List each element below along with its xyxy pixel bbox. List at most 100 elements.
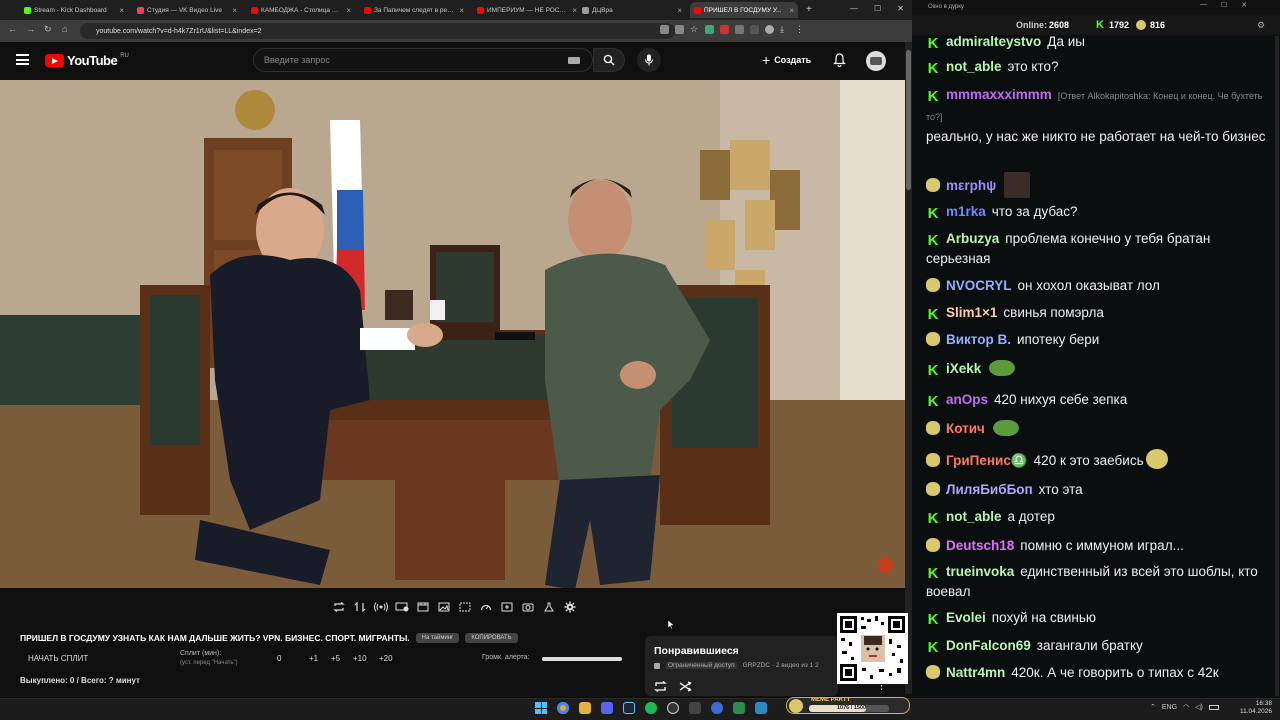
browser-tab[interactable]: Stream - Kick Dashboard × (20, 2, 128, 18)
app-icon-8[interactable] (711, 702, 723, 714)
forward-icon[interactable]: → (26, 24, 35, 34)
video-player[interactable] (0, 80, 905, 588)
extension-icon-2[interactable] (720, 25, 729, 34)
broadcast-icon[interactable] (373, 601, 388, 613)
chat-username[interactable]: Nattr4mn (946, 665, 1005, 680)
split-add-10-button[interactable]: +10 (353, 654, 367, 663)
search-input[interactable]: Введите запрос (253, 48, 593, 72)
page-scrollbar-thumb[interactable] (906, 50, 911, 190)
alert-volume-slider[interactable] (542, 657, 622, 661)
chat-username[interactable]: Deutsch18 (946, 538, 1014, 553)
obs-icon[interactable] (667, 702, 679, 714)
avatar[interactable] (866, 51, 886, 71)
chat-username[interactable]: anOps (946, 392, 988, 407)
wifi-icon[interactable]: ◠ (1183, 703, 1189, 711)
playlist-panel[interactable]: Понравившиеся Ограниченный доступ GRPZDC… (645, 636, 887, 697)
chat-username[interactable]: not_able (946, 509, 1002, 524)
voice-search-button[interactable] (637, 48, 661, 72)
chat-username[interactable]: mεrphψ (946, 178, 996, 193)
chat-username[interactable]: admiralteystvo (946, 34, 1041, 49)
chat-settings-icon[interactable]: ⚙ (1257, 20, 1265, 31)
chat-username[interactable]: not_able (946, 59, 1002, 74)
chat-username[interactable]: ГриПенис♎ (946, 453, 1028, 468)
window-controls[interactable]: — ☐ ✕ (850, 4, 904, 13)
split-value[interactable]: 0 (277, 654, 281, 663)
new-tab-button[interactable]: + (806, 4, 812, 15)
browser-tab[interactable]: КАМБОДЖА - Столица Ми... × (247, 2, 355, 18)
split-add-20-button[interactable]: +20 (379, 654, 393, 663)
start-split-button[interactable]: НАЧАТЬ СПЛИТ (28, 654, 88, 663)
chat-username[interactable]: Evolei (946, 610, 986, 625)
system-tray[interactable]: ⌃ ENG ◠ ◁) (1150, 703, 1219, 711)
app-icon-9[interactable] (733, 702, 745, 714)
chrome-icon[interactable] (557, 702, 569, 714)
tab-close-icon[interactable]: × (232, 6, 237, 15)
tab-close-icon[interactable]: × (346, 6, 351, 15)
url-field[interactable]: youtube.com/watch?v=d-h4k7Zr1rU&list=LL&… (80, 23, 675, 39)
meme-party-widget[interactable]: MEME PARTY 1076 / 1500 (786, 697, 910, 714)
discord-icon[interactable] (601, 702, 613, 714)
tab-close-icon[interactable]: × (789, 6, 794, 15)
close-icon[interactable]: ✕ (897, 4, 904, 13)
extension-icon-4[interactable] (750, 25, 759, 34)
chat-window-controls[interactable]: — ☐ ✕ (1200, 1, 1247, 9)
app-icon-10[interactable] (755, 702, 767, 714)
flask-icon[interactable] (542, 601, 556, 613)
browser-tab[interactable]: Студия — VK Видео Live × (133, 2, 241, 18)
chat-username[interactable]: iXekk (946, 361, 981, 376)
app-icon-7[interactable] (689, 702, 701, 714)
speed-icon[interactable] (479, 601, 493, 613)
tray-chevron-icon[interactable]: ⌃ (1150, 703, 1156, 711)
chat-username[interactable]: Slim1×1 (946, 305, 997, 320)
playlist-shuffle-icon[interactable] (679, 679, 692, 697)
tray-language[interactable]: ENG (1162, 704, 1177, 711)
browser-tab[interactable]: ИМПЕРИУМ — НЕ РОССИ... × (473, 2, 581, 18)
cast-icon[interactable] (675, 25, 684, 34)
profile-icon[interactable] (765, 25, 774, 34)
chat-username[interactable]: Виктор В. (946, 332, 1011, 347)
browser-tab[interactable]: ПРИШЕЛ В ГОСДУМУ У... × (690, 2, 798, 18)
sort-icon[interactable] (353, 601, 367, 613)
film-icon[interactable] (416, 601, 430, 613)
split-add-1-button[interactable]: +1 (309, 654, 318, 663)
youtube-logo[interactable]: YouTube RU (45, 53, 129, 68)
picture-icon[interactable] (437, 601, 451, 613)
chat-close-icon[interactable]: ✕ (1241, 1, 1247, 9)
chat-username[interactable]: DonFalcon69 (946, 638, 1031, 653)
chat-minimize-icon[interactable]: — (1200, 1, 1207, 9)
extension-icon-1[interactable] (705, 25, 714, 34)
tab-close-icon[interactable]: × (572, 6, 577, 15)
search-button[interactable] (593, 48, 625, 72)
tab-close-icon[interactable]: × (459, 6, 464, 15)
screen-view-icon[interactable] (395, 601, 409, 613)
reload-icon[interactable]: ↻ (44, 24, 52, 35)
notifications-bell-icon[interactable] (833, 53, 846, 72)
back-icon[interactable]: ← (8, 24, 17, 34)
spotify-icon[interactable] (645, 702, 657, 714)
keyboard-icon[interactable] (568, 56, 580, 64)
browser-tab[interactable]: ДЦВра × (578, 2, 686, 18)
folder-icon[interactable] (579, 702, 591, 714)
hamburger-menu-icon[interactable] (16, 54, 29, 65)
bookmark-star-icon[interactable]: ☆ (690, 25, 699, 34)
steam-icon[interactable] (623, 702, 635, 714)
chat-username[interactable]: trueinvoka (946, 564, 1014, 579)
chat-username[interactable]: Котич (946, 421, 985, 436)
timing-button[interactable]: На тайминг (415, 633, 460, 643)
add-clip-icon[interactable] (500, 601, 514, 613)
zoom-icon[interactable] (660, 25, 669, 34)
tab-close-icon[interactable]: × (677, 6, 682, 15)
minimize-icon[interactable]: — (850, 4, 858, 13)
windows-start-icon[interactable] (535, 702, 547, 714)
settings-gear-icon[interactable] (563, 601, 577, 613)
maximize-icon[interactable]: ☐ (874, 4, 881, 13)
clock[interactable]: 16:38 11.04.2026 (1238, 700, 1272, 716)
extension-icon-3[interactable] (735, 25, 744, 34)
extension-icons[interactable]: ☆ ⤓ ⋮ (660, 25, 804, 34)
battery-icon[interactable] (1208, 704, 1219, 710)
chat-username[interactable]: m1rka (946, 204, 986, 219)
camera-icon[interactable] (521, 601, 535, 613)
home-icon[interactable]: ⌂ (62, 24, 67, 34)
create-button[interactable]: + Создать (756, 50, 817, 70)
chat-scrollbar[interactable] (1275, 36, 1279, 696)
